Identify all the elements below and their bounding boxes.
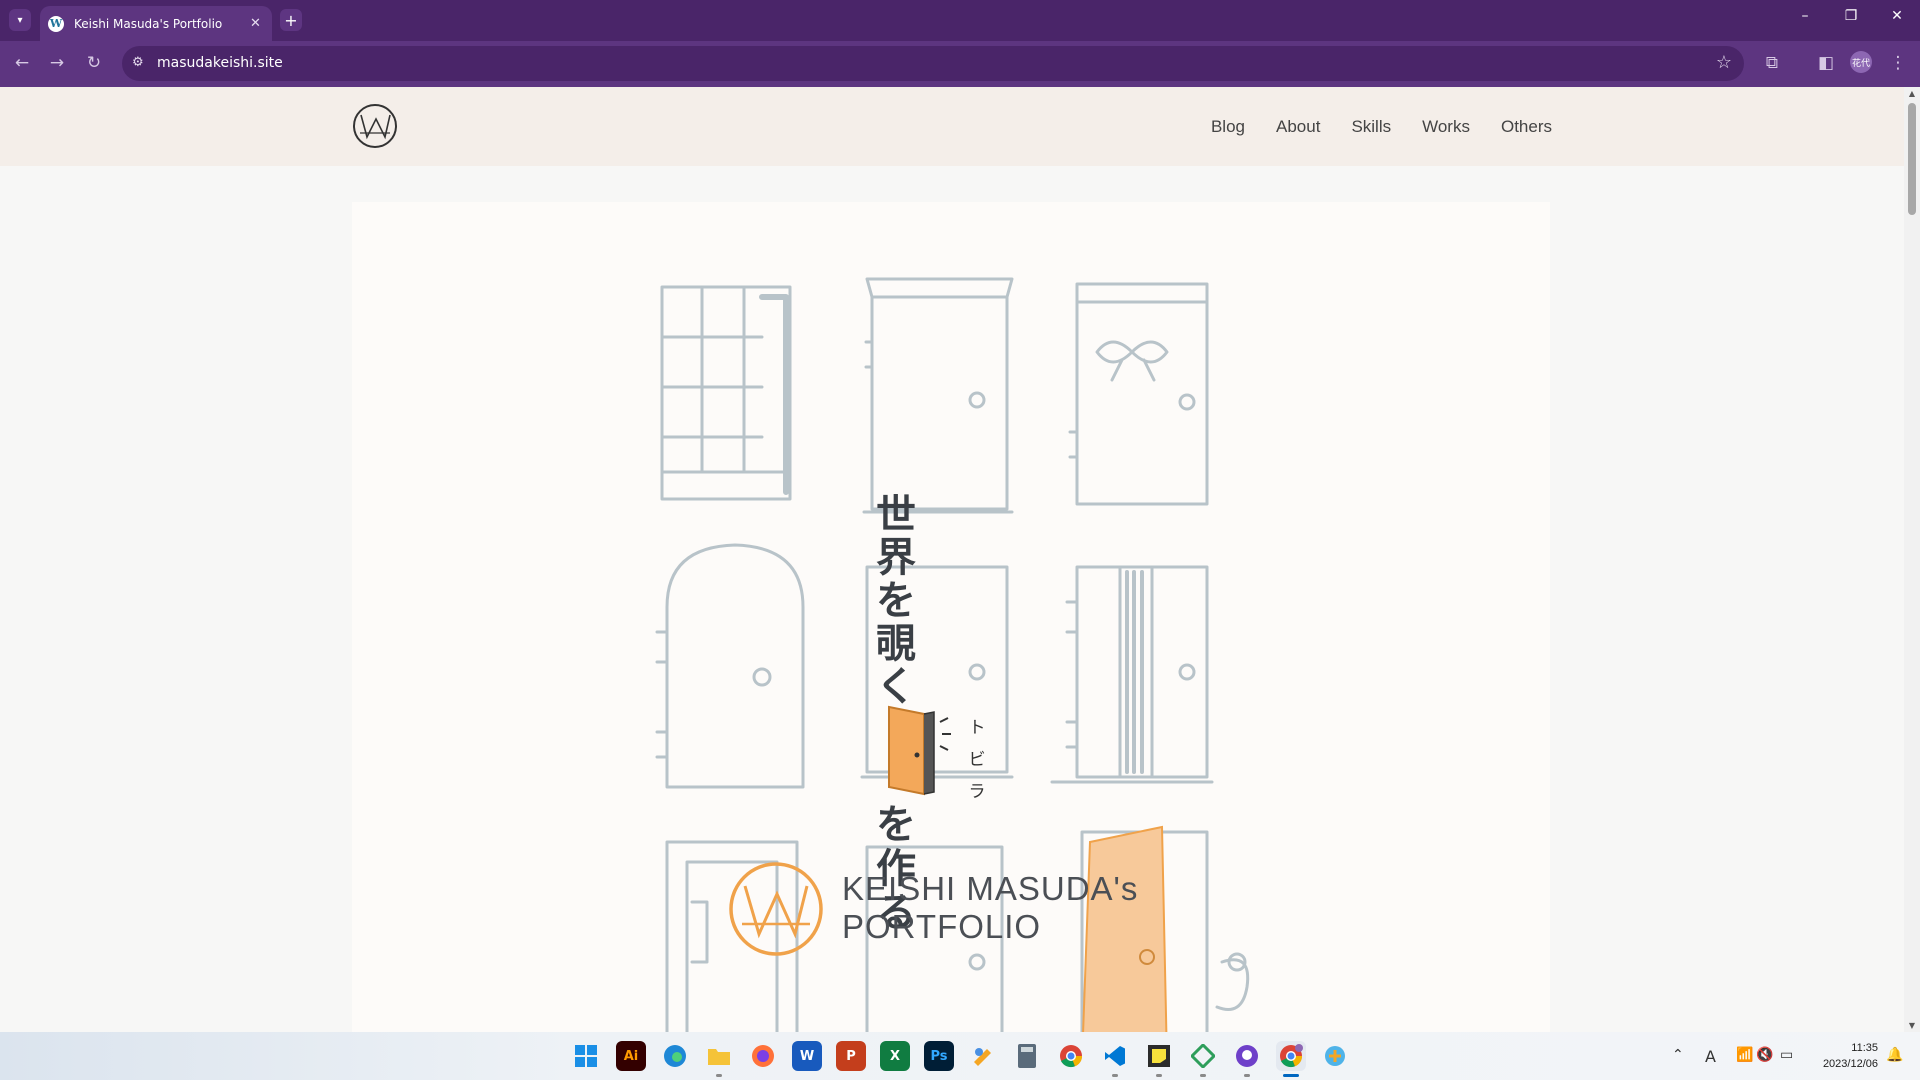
small-door-icon: [888, 705, 951, 796]
scroll-up-icon[interactable]: ▲: [1904, 89, 1920, 98]
brand-line-2: PORTFOLIO: [842, 908, 1042, 945]
star-icon[interactable]: ☆: [1716, 52, 1732, 73]
plus-icon[interactable]: +: [280, 9, 302, 31]
scroll-down-icon[interactable]: ▼: [1904, 1021, 1920, 1030]
close-icon[interactable]: ✕: [250, 16, 261, 31]
arched-door-sketch: [655, 543, 805, 789]
browser-toolbar: ← → ↻ ⚙ masudakeishi.site ☆ ⧉ ◧ 花代 ⋮: [0, 41, 1920, 87]
brand-title: KEISHI MASUDA's PORTFOLIO: [842, 870, 1138, 946]
edge-icon[interactable]: [660, 1041, 690, 1071]
tab-title: Keishi Masuda's Portfolio: [74, 16, 223, 31]
ribbon-door-sketch: [1068, 282, 1209, 506]
ime-indicator[interactable]: A: [1705, 1047, 1716, 1066]
browser-tab-bar: ▾ W Keishi Masuda's Portfolio ✕ + – ❐ ✕: [0, 0, 1920, 41]
wordpress-icon: W: [48, 15, 64, 32]
sticky-notes-icon[interactable]: [1144, 1041, 1174, 1077]
forward-arrow-icon[interactable]: →: [45, 53, 69, 73]
catch-phrase-top: 世 界 を 覗 く: [870, 494, 922, 709]
blue-app-icon[interactable]: [1320, 1041, 1350, 1071]
ruby-char: ラ: [968, 782, 986, 802]
chevron-down-icon[interactable]: ▾: [9, 9, 31, 31]
illustrator-icon[interactable]: Ai: [616, 1041, 646, 1071]
clock-time: 11:35: [1851, 1042, 1878, 1054]
chrome-profile-icon[interactable]: [1276, 1041, 1306, 1077]
window-door-sketch: [660, 285, 792, 501]
url-text[interactable]: masudakeishi.site: [157, 55, 283, 71]
side-panel-icon[interactable]: ◧: [1814, 53, 1838, 73]
photoshop-icon[interactable]: Ps: [924, 1041, 954, 1071]
brand-line-1: KEISHI MASUDA's: [842, 870, 1139, 907]
clock-date: 2023/12/06: [1822, 1058, 1878, 1070]
scroll-thumb[interactable]: [1908, 103, 1916, 215]
catch-char: 覗: [876, 621, 916, 667]
taskbar-clock[interactable]: 11:35 2023/12/06: [1823, 1040, 1878, 1072]
back-arrow-icon[interactable]: ←: [10, 53, 34, 73]
catch-char: 界: [876, 535, 916, 581]
page-viewport: Blog About Skills Works Others 世 界 を 覗 く…: [0, 87, 1920, 1032]
puzzle-icon[interactable]: ⧉: [1760, 53, 1784, 73]
close-window-icon[interactable]: ✕: [1882, 8, 1912, 24]
file-explorer-icon[interactable]: [704, 1041, 734, 1077]
mute-icon[interactable]: 🔇: [1756, 1047, 1773, 1063]
github-desktop-icon[interactable]: [1232, 1041, 1262, 1077]
powerpoint-icon[interactable]: P: [836, 1041, 866, 1071]
ruby-char: ト: [968, 718, 986, 738]
notification-bell-icon[interactable]: 🔔: [1886, 1047, 1903, 1063]
catch-char: 世: [876, 492, 916, 538]
paint-icon[interactable]: [968, 1041, 998, 1071]
firefox-icon[interactable]: [748, 1041, 778, 1071]
profile-avatar[interactable]: 花代: [1850, 51, 1872, 73]
kebab-menu-icon[interactable]: ⋮: [1886, 53, 1910, 73]
reload-icon[interactable]: ↻: [82, 53, 106, 73]
chevron-up-icon[interactable]: ⌃: [1672, 1047, 1684, 1063]
striped-door-sketch: [1050, 565, 1214, 784]
plain-door-sketch: [862, 277, 1014, 514]
nav-item-about[interactable]: About: [1276, 117, 1320, 137]
minimize-icon[interactable]: –: [1790, 8, 1820, 24]
restore-icon[interactable]: ❐: [1836, 8, 1866, 24]
site-logo-icon[interactable]: [352, 103, 398, 149]
nav-item-skills[interactable]: Skills: [1351, 117, 1391, 137]
site-header: Blog About Skills Works Others: [0, 87, 1904, 166]
main-nav: Blog About Skills Works Others: [1211, 117, 1552, 137]
ruby-char: ビ: [968, 750, 986, 770]
catch-char: く: [876, 664, 916, 710]
catch-char: を: [876, 802, 916, 848]
nav-item-others[interactable]: Others: [1501, 117, 1552, 137]
brand-logo-icon: [729, 862, 823, 956]
vscode-icon[interactable]: [1100, 1041, 1130, 1077]
windows-start-icon[interactable]: [571, 1041, 601, 1071]
green-app-icon[interactable]: [1188, 1041, 1218, 1077]
nav-item-blog[interactable]: Blog: [1211, 117, 1245, 137]
excel-icon[interactable]: X: [880, 1041, 910, 1071]
wifi-icon[interactable]: 📶: [1736, 1047, 1753, 1063]
word-icon[interactable]: W: [792, 1041, 822, 1071]
address-bar[interactable]: ⚙ masudakeishi.site ☆: [122, 46, 1744, 81]
chrome-icon[interactable]: [1056, 1041, 1086, 1071]
nav-item-works[interactable]: Works: [1422, 117, 1470, 137]
door-ruby-text: ト ビ ラ: [968, 712, 986, 808]
page-scrollbar[interactable]: ▲ ▼: [1904, 87, 1920, 1032]
site-settings-icon[interactable]: ⚙: [132, 55, 144, 70]
calculator-icon[interactable]: [1012, 1041, 1042, 1071]
battery-icon[interactable]: ▭: [1780, 1047, 1793, 1063]
browser-tab[interactable]: W Keishi Masuda's Portfolio ✕: [40, 6, 272, 41]
catch-char: を: [876, 578, 916, 624]
windows-taskbar: Ai W P X Ps ⌃ A 📶 🔇 ▭ 11:35 2023/12/06 🔔: [0, 1032, 1920, 1080]
